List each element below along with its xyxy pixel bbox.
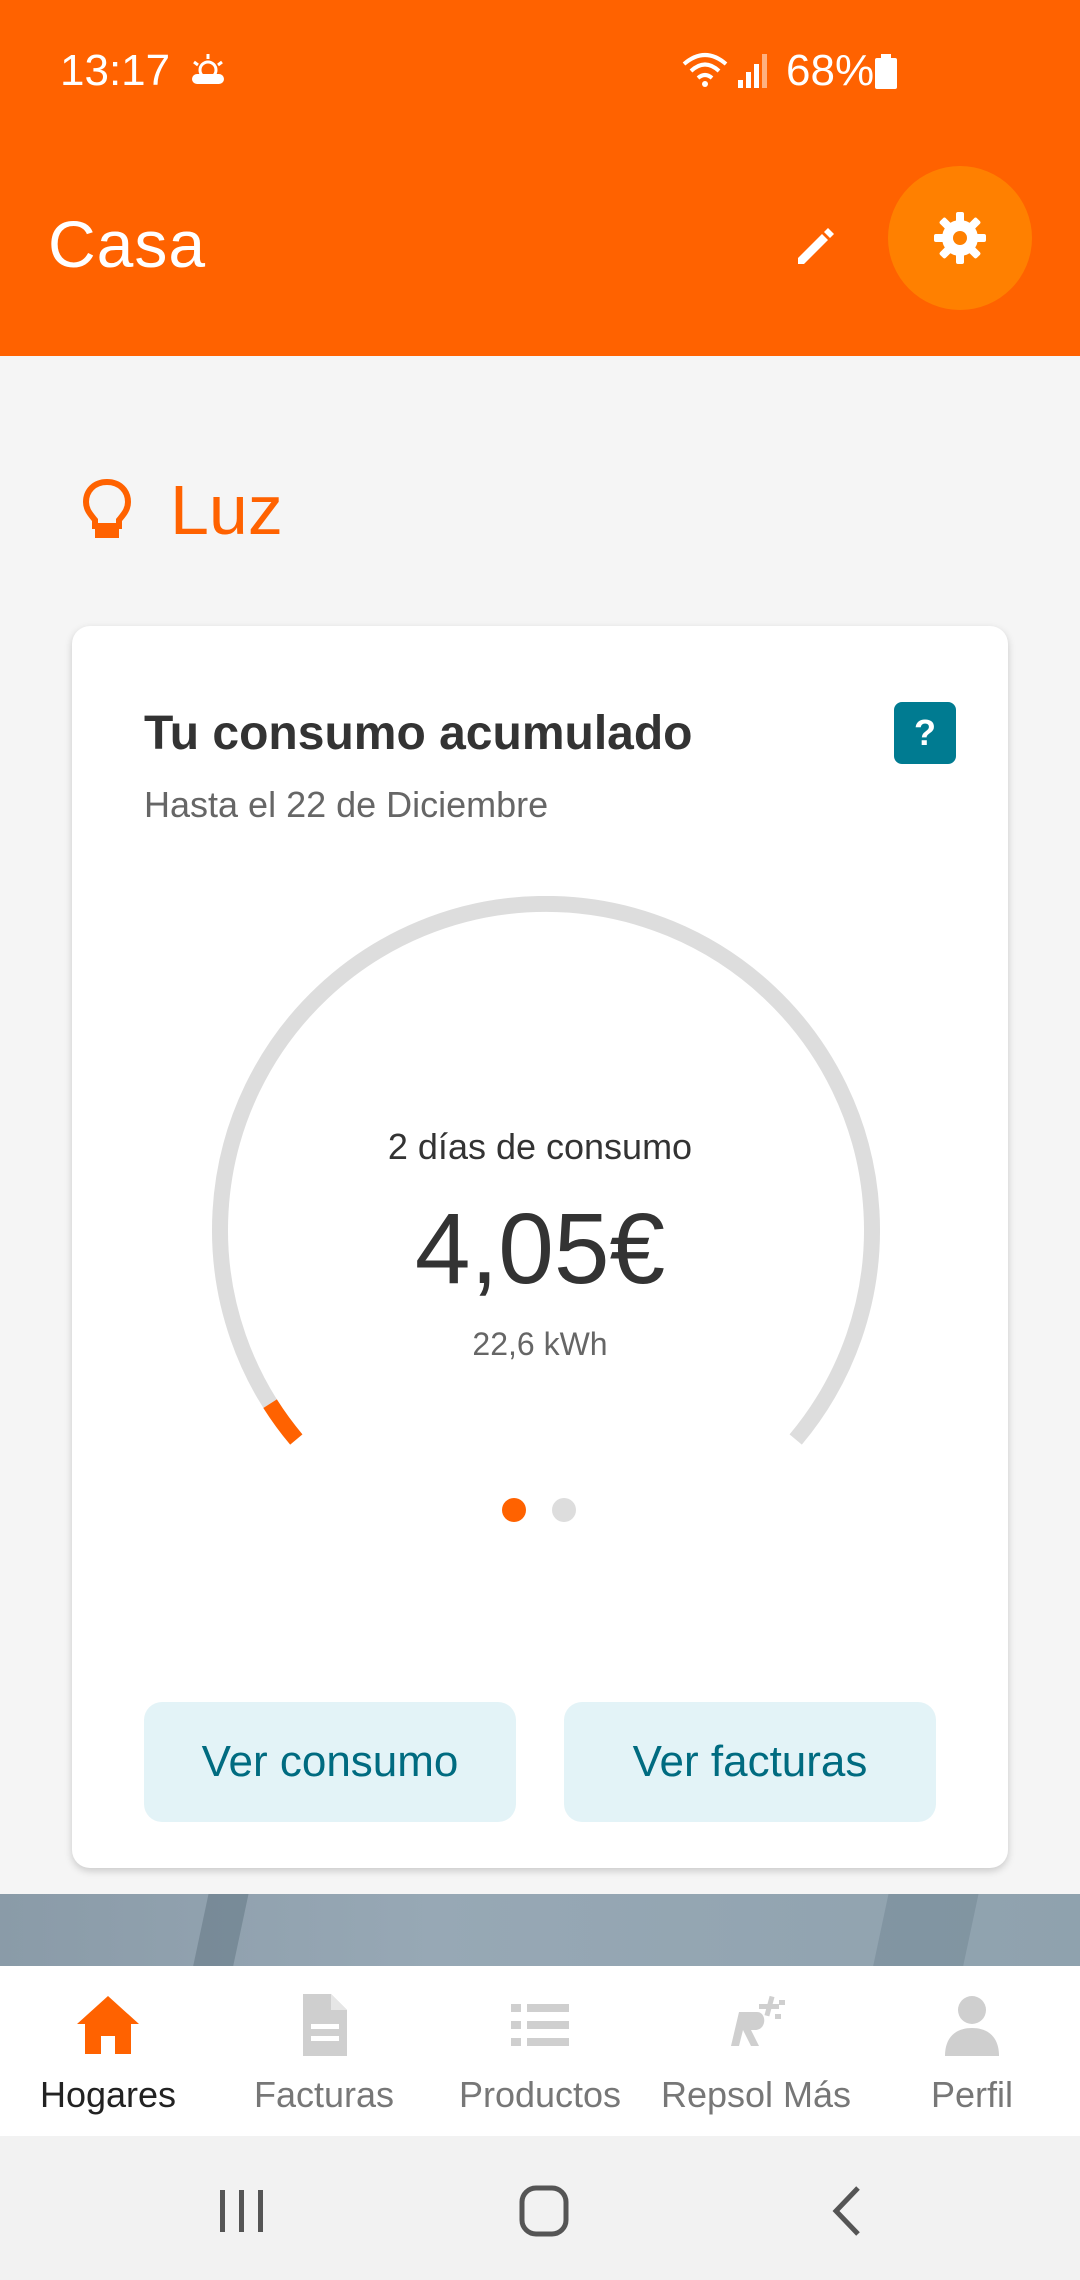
status-bar: 13:17 68% [0, 0, 1080, 140]
nav-label: Repsol Más [660, 2074, 852, 2115]
system-navigation-bar [0, 2136, 1080, 2280]
banner-decoration [189, 1894, 251, 1966]
nav-label: Productos [458, 2074, 622, 2115]
weather-icon [192, 54, 224, 84]
page-title: Casa [48, 207, 207, 281]
help-button[interactable]: ? [894, 702, 956, 764]
consumption-card: Tu consumo acumulado Hasta el 22 de Dici… [72, 626, 1008, 1868]
gauge-energy: 22,6 kWh [472, 1326, 608, 1362]
home-button[interactable] [504, 2176, 584, 2246]
view-invoices-button[interactable]: Ver facturas [564, 1702, 936, 1822]
recent-apps-button[interactable] [202, 2176, 282, 2246]
card-subtitle: Hasta el 22 de Diciembre [144, 784, 549, 825]
page-indicator-dot-active[interactable] [502, 1498, 526, 1522]
gauge-amount: 4,05€ [414, 1193, 666, 1305]
app-bar: Casa [0, 140, 1080, 356]
nav-item-productos[interactable]: Productos [432, 1966, 648, 2136]
repsol-mas-icon [731, 1995, 785, 2046]
nav-item-repsol-mas[interactable]: Repsol Más [648, 1966, 864, 2136]
nav-item-perfil[interactable]: Perfil [864, 1966, 1080, 2136]
banner-decoration [869, 1894, 981, 1966]
home-icon [77, 1996, 139, 2054]
edit-button[interactable] [780, 210, 852, 282]
battery-icon [875, 54, 897, 89]
lightbulb-icon [82, 478, 132, 538]
section-title: Luz [170, 471, 283, 549]
person-icon [945, 1996, 999, 2056]
nav-item-facturas[interactable]: Facturas [216, 1966, 432, 2136]
promo-banner[interactable] [0, 1894, 1080, 1966]
nav-label: Hogares [39, 2074, 177, 2115]
signal-icon [738, 54, 767, 88]
document-icon [303, 1994, 347, 2056]
gauge-progress [263, 1399, 303, 1445]
wifi-icon [682, 53, 728, 87]
question-icon: ? [914, 712, 936, 753]
gear-icon [934, 212, 986, 264]
page-indicator-dot[interactable] [552, 1498, 576, 1522]
section-header: Luz [80, 470, 283, 550]
bottom-navigation: Hogares Facturas Productos Repsol Más Pe… [0, 1966, 1080, 2136]
nav-item-hogares[interactable]: Hogares [0, 1966, 216, 2136]
card-title: Tu consumo acumulado [144, 707, 693, 760]
gauge-caption: 2 días de consumo [387, 1126, 693, 1167]
list-icon [511, 2004, 569, 2046]
nav-label: Facturas [253, 2074, 395, 2115]
settings-button[interactable] [888, 166, 1032, 310]
pencil-icon [798, 228, 834, 264]
view-consumption-button[interactable]: Ver consumo [144, 1702, 516, 1822]
back-button[interactable] [808, 2176, 888, 2246]
nav-label: Perfil [930, 2074, 1014, 2115]
status-time: 13:17 [60, 46, 171, 95]
battery-percentage: 68% [786, 46, 875, 95]
